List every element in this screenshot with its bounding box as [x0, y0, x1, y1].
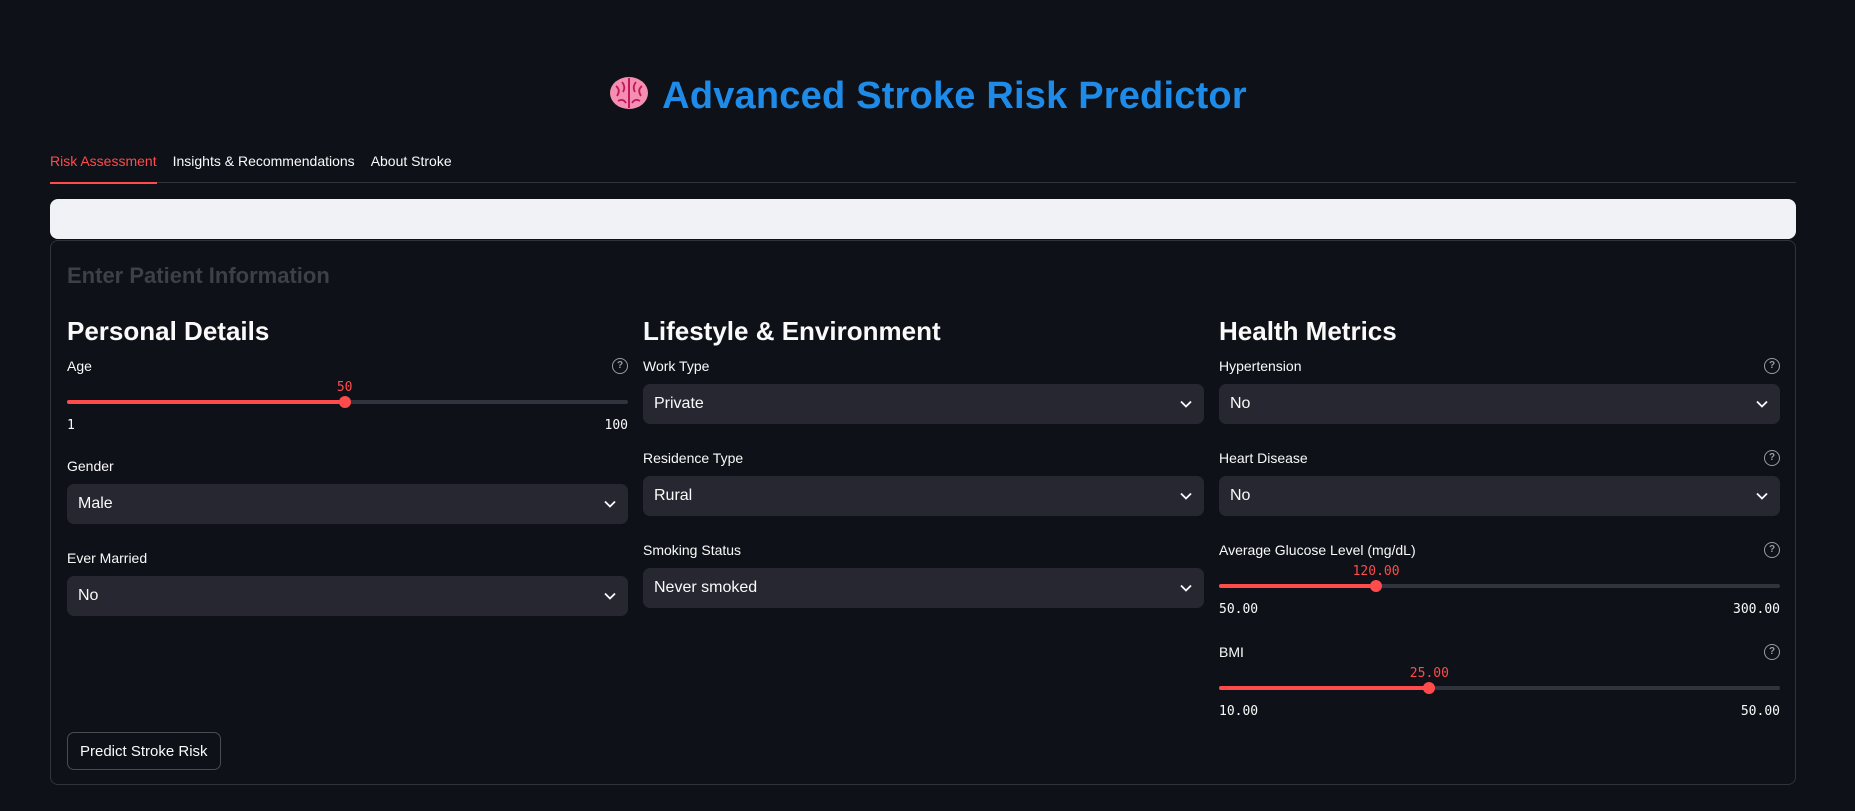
chevron-down-icon [1180, 492, 1192, 500]
glucose-slider[interactable]: 120.00 50.00 300.00 [1219, 564, 1780, 622]
glucose-slider-fill [1219, 584, 1377, 588]
page-title-text: Advanced Stroke Risk Predictor [662, 75, 1247, 117]
help-icon[interactable]: ? [1764, 450, 1780, 466]
health-metrics-column: Health Metrics Hypertension ? No Heart D… [1219, 316, 1780, 748]
chevron-down-icon [1180, 400, 1192, 408]
heart-disease-label: Heart Disease [1219, 450, 1308, 466]
heart-disease-select[interactable]: No [1219, 476, 1780, 516]
tab-risk-assessment[interactable]: Risk Assessment [50, 150, 157, 184]
work-type-select[interactable]: Private [643, 384, 1204, 424]
glucose-slider-thumb[interactable] [1370, 580, 1383, 592]
tab-insights[interactable]: Insights & Recommendations [173, 150, 355, 183]
help-icon[interactable]: ? [1764, 542, 1780, 558]
bmi-min: 10.00 [1219, 704, 1259, 719]
hypertension-label: Hypertension [1219, 358, 1302, 374]
help-icon[interactable]: ? [1764, 358, 1780, 374]
age-slider-thumb[interactable] [338, 396, 351, 408]
gender-label: Gender [67, 458, 114, 474]
hypertension-value: No [1230, 395, 1251, 412]
personal-details-column: Personal Details Age ? 50 1 100 Gender M… [67, 316, 628, 640]
chevron-down-icon [604, 592, 616, 600]
bmi-slider-fill [1219, 686, 1430, 690]
heart-disease-value: No [1230, 487, 1251, 504]
residence-type-value: Rural [654, 487, 693, 504]
age-value: 50 [336, 380, 353, 395]
work-type-label: Work Type [643, 358, 710, 374]
ever-married-value: No [78, 587, 99, 604]
chevron-down-icon [604, 500, 616, 508]
patient-form: Enter Patient Information Personal Detai… [50, 240, 1796, 785]
chevron-down-icon [1756, 400, 1768, 408]
lifestyle-heading: Lifestyle & Environment [643, 316, 941, 346]
brain-icon [610, 77, 649, 109]
smoking-status-label: Smoking Status [643, 542, 742, 558]
smoking-status-select[interactable]: Never smoked [643, 568, 1204, 608]
bmi-slider[interactable]: 25.00 10.00 50.00 [1219, 666, 1780, 724]
predict-stroke-risk-button[interactable]: Predict Stroke Risk [67, 732, 221, 770]
residence-type-select[interactable]: Rural [643, 476, 1204, 516]
info-banner [50, 199, 1796, 239]
help-icon[interactable]: ? [612, 358, 628, 374]
residence-type-label: Residence Type [643, 450, 744, 466]
age-slider[interactable]: 50 1 100 [67, 380, 628, 438]
hypertension-select[interactable]: No [1219, 384, 1780, 424]
glucose-max: 300.00 [1733, 602, 1780, 617]
glucose-slider-track[interactable] [1219, 584, 1780, 588]
tab-about-stroke[interactable]: About Stroke [371, 150, 452, 183]
gender-value: Male [78, 495, 113, 512]
bmi-slider-thumb[interactable] [1423, 682, 1436, 694]
glucose-label: Average Glucose Level (mg/dL) [1219, 542, 1416, 558]
bmi-slider-track[interactable] [1219, 686, 1780, 690]
work-type-value: Private [654, 395, 704, 412]
age-max: 100 [604, 418, 628, 433]
bmi-value: 25.00 [1409, 666, 1449, 681]
age-label: Age [67, 358, 92, 374]
glucose-value: 120.00 [1352, 564, 1400, 579]
form-heading: Enter Patient Information [67, 263, 330, 288]
tab-bar: Risk Assessment Insights & Recommendatio… [50, 150, 1796, 184]
personal-details-heading: Personal Details [67, 316, 270, 346]
page-title: Advanced Stroke Risk Predictor [0, 74, 1855, 118]
chevron-down-icon [1180, 584, 1192, 592]
gender-select[interactable]: Male [67, 484, 628, 524]
ever-married-select[interactable]: No [67, 576, 628, 616]
health-metrics-heading: Health Metrics [1219, 316, 1397, 346]
chevron-down-icon [1756, 492, 1768, 500]
smoking-status-value: Never smoked [654, 579, 758, 596]
age-slider-fill [67, 400, 345, 404]
ever-married-label: Ever Married [67, 550, 148, 566]
bmi-label: BMI [1219, 644, 1244, 660]
glucose-min: 50.00 [1219, 602, 1259, 617]
bmi-max: 50.00 [1740, 704, 1780, 719]
age-min: 1 [67, 418, 75, 433]
help-icon[interactable]: ? [1764, 644, 1780, 660]
lifestyle-column: Lifestyle & Environment Work Type Privat… [643, 316, 1204, 632]
